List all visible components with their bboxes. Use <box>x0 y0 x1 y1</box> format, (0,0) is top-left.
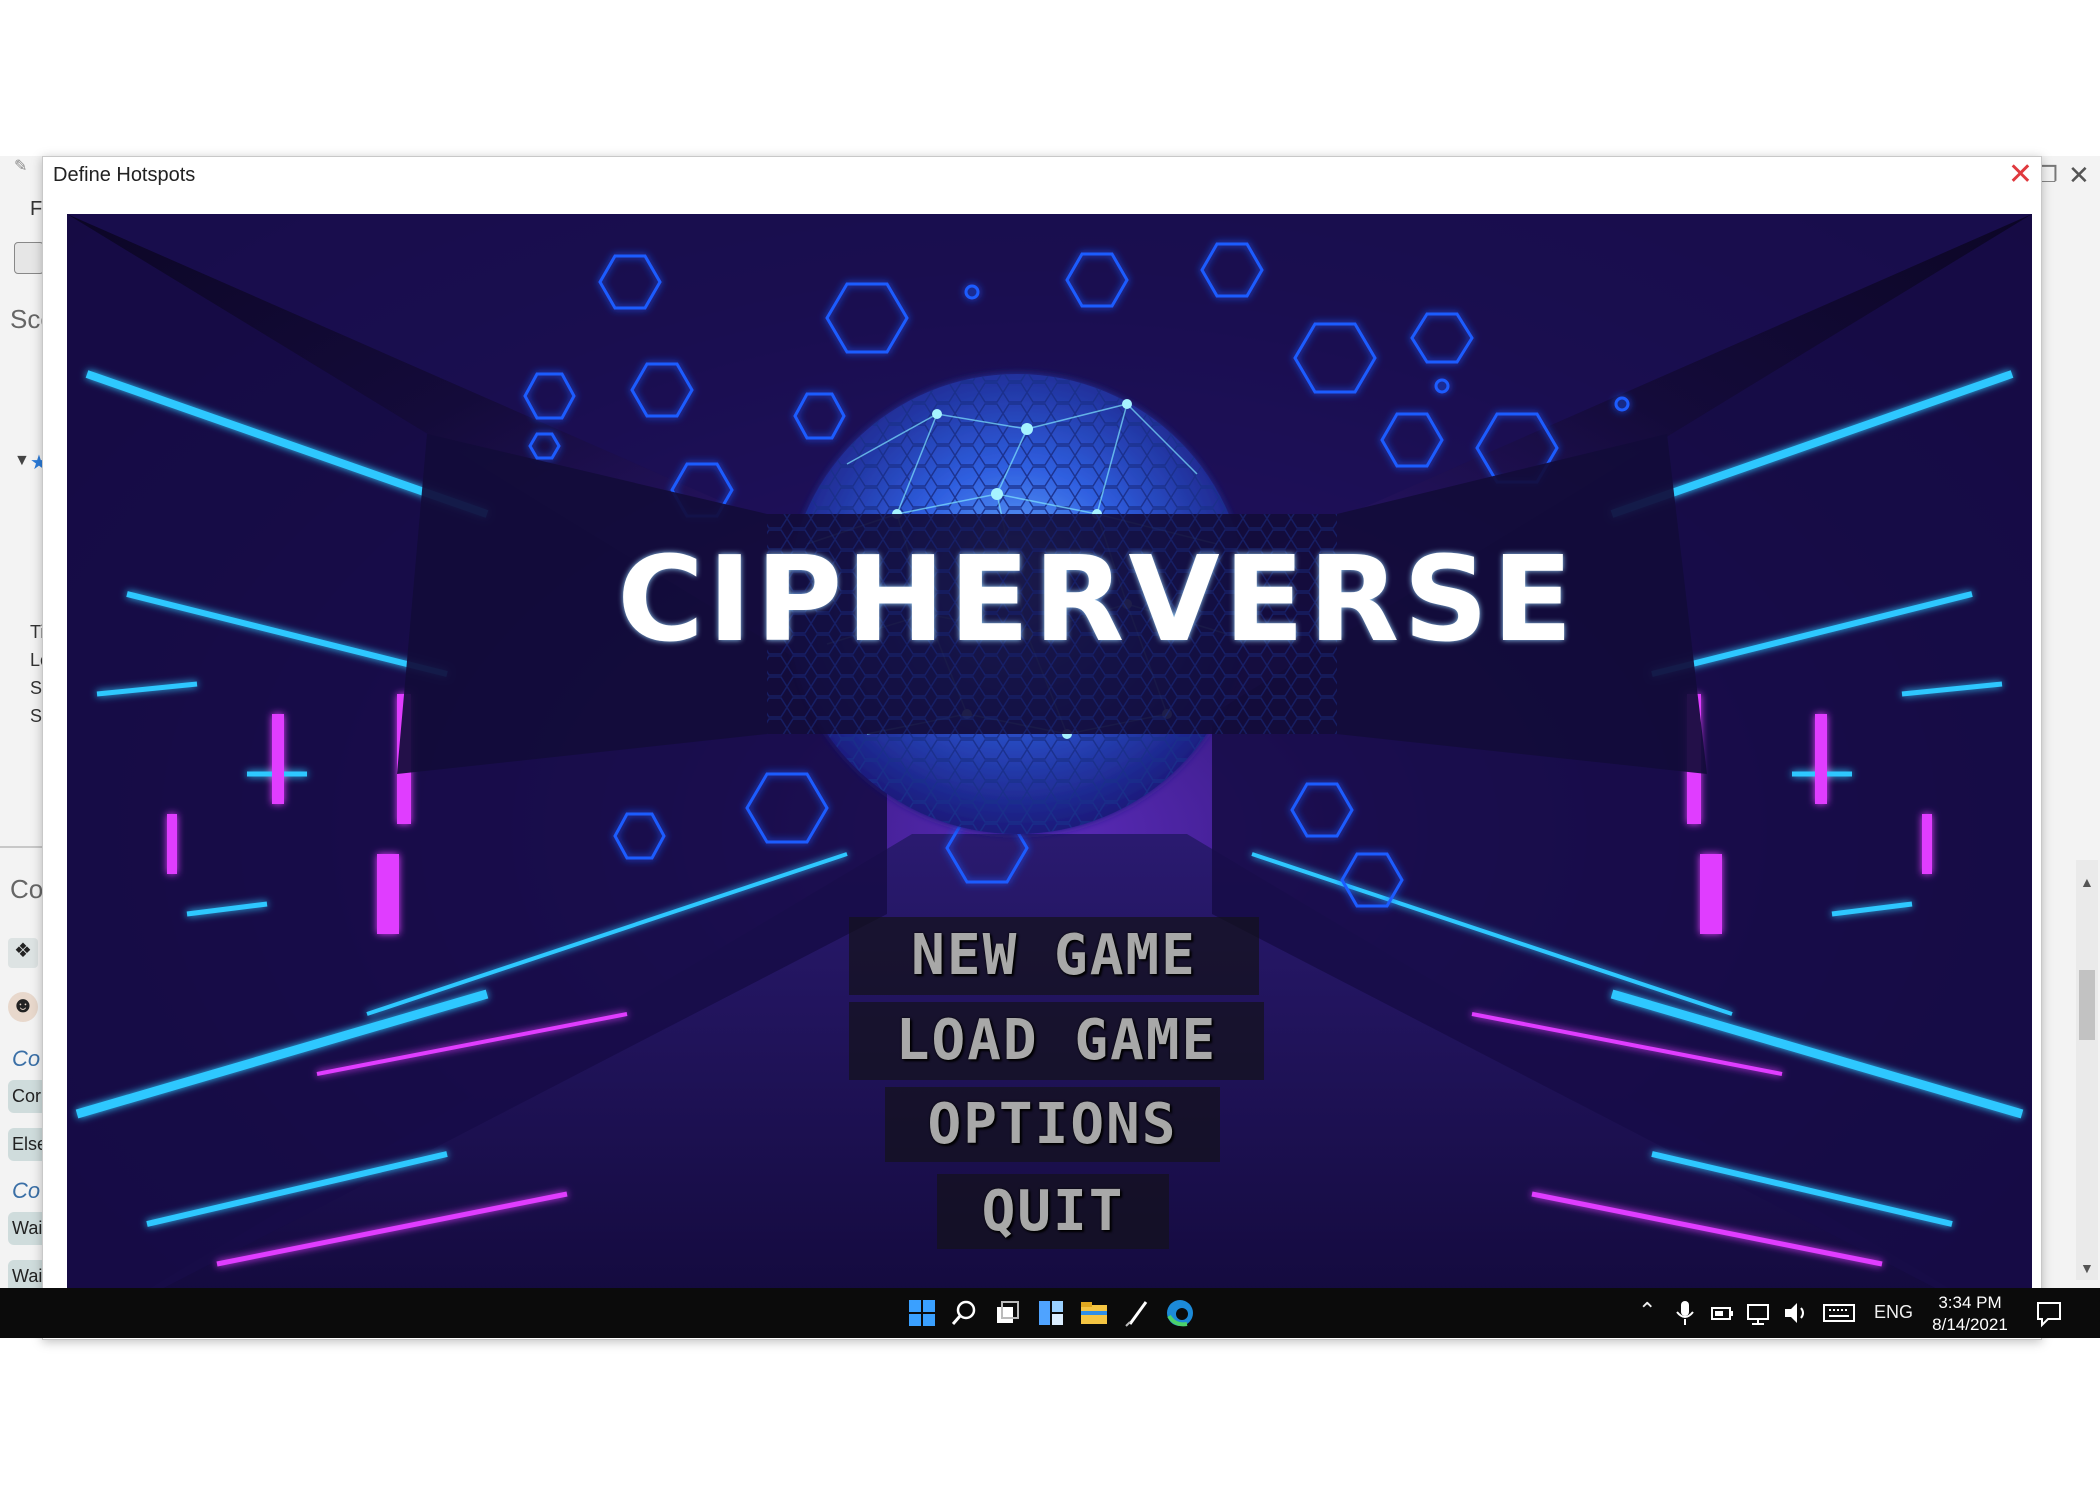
widgets-icon[interactable] <box>1036 1298 1066 1328</box>
scroll-down-icon[interactable]: ▼ <box>2080 1260 2094 1276</box>
microphone-icon[interactable] <box>1672 1298 1698 1328</box>
language-indicator[interactable]: ENG <box>1874 1302 1913 1323</box>
options-button[interactable]: OPTIONS <box>885 1087 1220 1162</box>
bg-menu-letter[interactable]: F <box>30 198 42 221</box>
notification-icon[interactable] <box>2034 1298 2064 1328</box>
quit-button[interactable]: QUIT <box>937 1174 1169 1249</box>
task-view-icon[interactable] <box>993 1298 1023 1328</box>
scroll-up-icon[interactable]: ▲ <box>2080 874 2094 890</box>
bg-italic-label-2: Co <box>12 1178 41 1203</box>
network-icon[interactable] <box>1745 1298 1773 1328</box>
volume-icon[interactable] <box>1782 1298 1810 1328</box>
scroll-thumb[interactable] <box>2079 970 2095 1040</box>
game-logo-text: CIPHERVERSE <box>617 530 1577 668</box>
bg-scrollbar[interactable]: ▲ ▼ <box>2076 860 2098 1280</box>
dialog-title: Define Hotspots <box>53 164 196 186</box>
diamond-icon[interactable]: ❖ <box>8 938 38 968</box>
bg-italic-label-1: Co <box>12 1046 41 1071</box>
bg-divider <box>0 846 42 848</box>
close-icon[interactable]: ✕ <box>2008 157 2033 192</box>
bg-close-icon[interactable]: ✕ <box>2068 160 2090 191</box>
clock-date: 8/14/2021 <box>1932 1315 2008 1334</box>
file-explorer-icon[interactable] <box>1079 1298 1109 1328</box>
clock-time: 3:34 PM <box>1938 1293 2002 1312</box>
chevron-up-icon[interactable]: ⌃ <box>1638 1298 1656 1324</box>
face-icon[interactable]: ☻ <box>8 992 38 1022</box>
game-background-art <box>67 214 2032 1338</box>
new-game-button[interactable]: NEW GAME <box>849 917 1259 995</box>
search-icon[interactable] <box>950 1298 980 1328</box>
pin-icon: ✎ <box>14 158 28 175</box>
keyboard-icon[interactable] <box>1822 1298 1856 1328</box>
save-icon[interactable] <box>14 242 44 274</box>
windows-taskbar: ⌃ ENG 3:34 PM 8/14/2021 <box>0 1288 2100 1338</box>
pen-icon[interactable] <box>1122 1298 1152 1328</box>
bg-panel-label-commands: Co <box>10 874 44 904</box>
battery-icon[interactable] <box>1708 1298 1736 1328</box>
windows-start-icon[interactable] <box>907 1298 937 1328</box>
taskbar-clock[interactable]: 3:34 PM 8/14/2021 <box>1930 1292 2010 1336</box>
game-logo: CIPHERVERSE <box>567 524 1627 674</box>
collapse-arrow-icon[interactable]: ▼ <box>14 452 30 470</box>
load-game-button[interactable]: LOAD GAME <box>849 1002 1264 1080</box>
edge-browser-icon[interactable] <box>1165 1298 1195 1328</box>
game-title-screen[interactable]: CIPHERVERSE NEW GAME LOAD GAME OPTIONS Q… <box>67 214 2032 1338</box>
